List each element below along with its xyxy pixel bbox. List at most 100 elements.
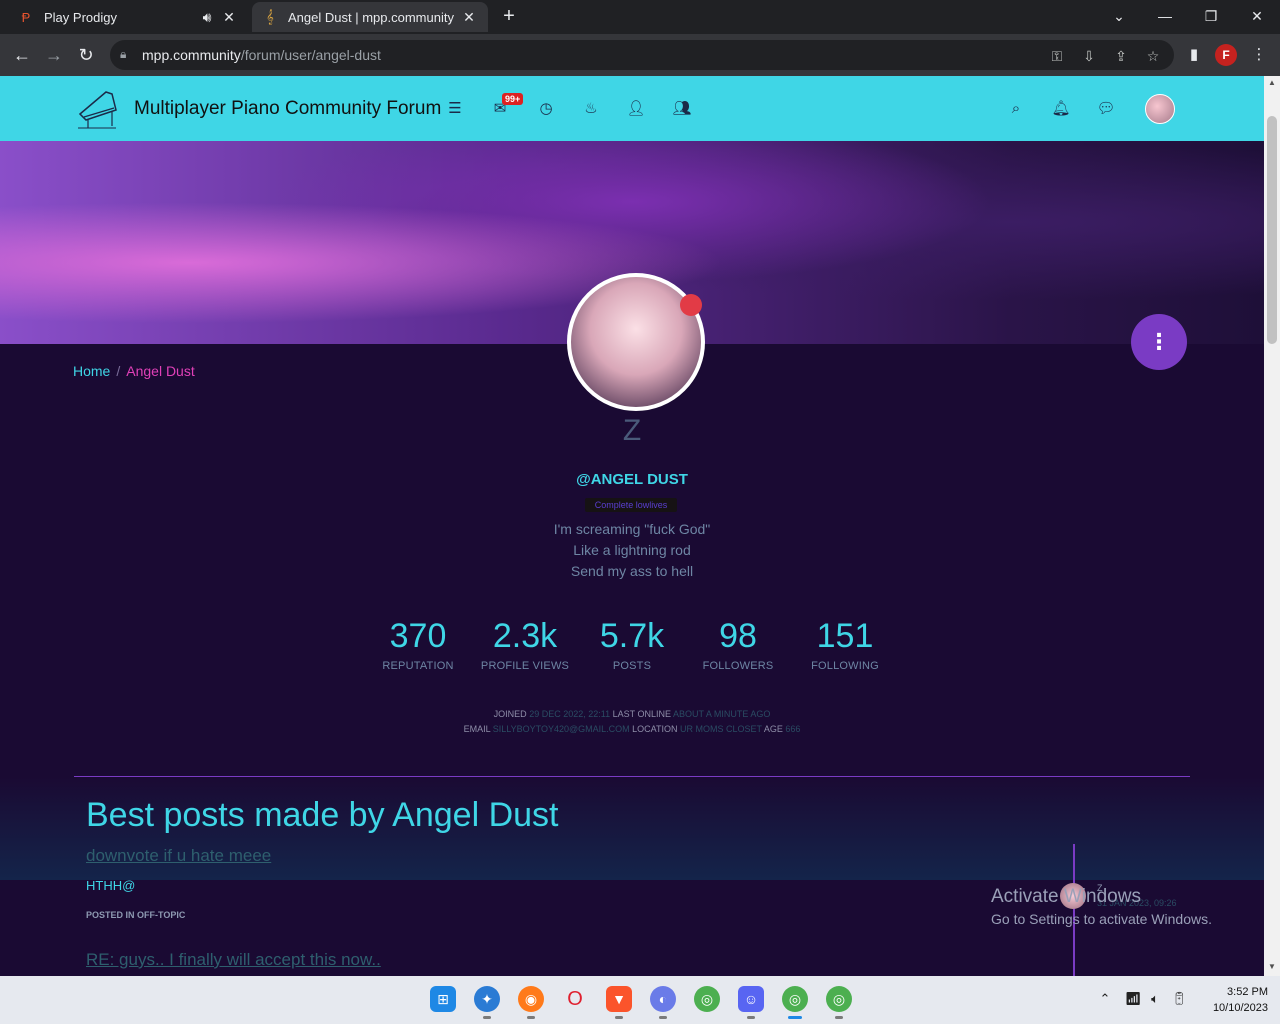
stat-label: REPUTATION bbox=[382, 660, 454, 672]
tray-chevron-up-icon[interactable]: ⌃ bbox=[1096, 990, 1114, 1008]
status-indicator bbox=[680, 294, 702, 316]
close-window-icon[interactable]: ✕ bbox=[1244, 4, 1270, 28]
install-icon[interactable]: ⇩ bbox=[1080, 47, 1098, 65]
back-icon[interactable]: ← bbox=[10, 43, 34, 67]
chrome-icon[interactable]: ◎ bbox=[694, 986, 720, 1012]
recent-clock-icon[interactable]: ◷ bbox=[536, 99, 556, 119]
stat-label: FOLLOWERS bbox=[702, 660, 774, 672]
piano-logo-icon[interactable] bbox=[76, 84, 120, 130]
close-icon[interactable]: ✕ bbox=[220, 9, 238, 26]
notification-count-badge: 99+ bbox=[502, 93, 524, 105]
group-badge[interactable]: Complete lowlives bbox=[585, 498, 677, 512]
profile-handle: @ANGEL DUST bbox=[576, 471, 688, 488]
groups-icon[interactable]: 👥︎ bbox=[672, 99, 692, 119]
wifi-icon[interactable]: 📶︎ bbox=[1124, 990, 1142, 1008]
post-body: HTHH@ bbox=[86, 878, 136, 893]
activate-windows-watermark: Activate Windows bbox=[991, 886, 1141, 907]
notifications-bell-icon[interactable]: 🔔︎ bbox=[1051, 99, 1071, 119]
bio-line: Send my ass to hell bbox=[570, 563, 694, 579]
post-title-link[interactable]: RE: guys.. I finally will accept this no… bbox=[86, 950, 381, 970]
last-online: ABOUT A MINUTE AGO bbox=[672, 709, 771, 719]
restore-icon[interactable]: ❐ bbox=[1198, 4, 1224, 28]
meta-label: JOINED bbox=[493, 709, 527, 719]
chrome-icon-2[interactable]: ◎ bbox=[826, 986, 852, 1019]
breadcrumb-current: Angel Dust bbox=[126, 363, 195, 379]
browser-tab-bar: Ᵽ Play Prodigy 🔊︎ ✕ 𝄞 Angel Dust | mpp.c… bbox=[0, 0, 1280, 34]
menu-kebab-icon[interactable]: ⋮ bbox=[1248, 44, 1270, 66]
stat-value: 370 bbox=[389, 617, 447, 655]
bookmark-star-icon[interactable]: ☆ bbox=[1144, 47, 1162, 65]
minimize-icon[interactable]: — bbox=[1152, 4, 1178, 28]
site-title[interactable]: Multiplayer Piano Community Forum bbox=[134, 98, 441, 120]
categories-list-icon[interactable]: ☰ bbox=[445, 99, 465, 119]
side-panel-icon[interactable]: ▮ bbox=[1183, 44, 1205, 66]
user-avatar-menu[interactable] bbox=[1145, 94, 1175, 124]
battery-icon[interactable]: 🔋︎ bbox=[1170, 990, 1188, 1008]
messenger-icon[interactable]: ◐ bbox=[650, 986, 676, 1019]
opera-icon[interactable]: O bbox=[562, 986, 588, 1012]
windows-taskbar: ⊞ ✦ ◉ O ▼ ◐ ◎ ☺ ◎ ◎ ⌃ 📶︎ 🔈︎ 🔋︎ 3:52 PM 1… bbox=[0, 976, 1280, 1024]
safari-compass-icon[interactable]: ✦ bbox=[474, 986, 500, 1019]
stat-reputation: 370 REPUTATION bbox=[368, 616, 468, 672]
stat-followers: 98 FOLLOWERS bbox=[688, 616, 788, 672]
stat-value: 151 bbox=[816, 617, 874, 655]
posted-in-category[interactable]: POSTED IN OFF-TOPIC bbox=[86, 910, 185, 920]
site-header: Multiplayer Piano Community Forum ☰ ✉ 99… bbox=[0, 76, 1264, 141]
discord-icon[interactable]: ☺ bbox=[738, 986, 764, 1019]
stat-following: 151 FOLLOWING bbox=[795, 616, 895, 672]
email-value[interactable]: SILLYBOYTOY420@GMAIL.COM bbox=[493, 724, 630, 734]
scrollbar-thumb[interactable] bbox=[1267, 116, 1277, 344]
clock-date: 10/10/2023 bbox=[1212, 1002, 1268, 1014]
stat-posts: 5.7k POSTS bbox=[582, 616, 682, 672]
stat-profile-views: 2.3k PROFILE VIEWS bbox=[475, 616, 575, 672]
bio-line: I'm screaming "fuck God" bbox=[553, 521, 711, 537]
new-tab-button[interactable]: + bbox=[498, 6, 520, 28]
speaker-icon[interactable]: 🔊︎ bbox=[198, 9, 216, 26]
stat-label: PROFILE VIEWS bbox=[480, 660, 570, 672]
post-title-link[interactable]: downvote if u hate meee bbox=[86, 846, 271, 866]
address-bar[interactable]: 🔒︎ mpp.community/forum/user/angel-dust ⚿… bbox=[110, 40, 1174, 70]
clock-time: 3:52 PM bbox=[1227, 986, 1268, 998]
user-icon[interactable]: 👤︎ bbox=[626, 99, 646, 119]
tab-title: Play Prodigy bbox=[44, 9, 117, 25]
tab-search-icon[interactable]: ⌄ bbox=[1106, 4, 1132, 28]
forward-icon[interactable]: → bbox=[42, 43, 66, 67]
share-icon[interactable]: ⇪ bbox=[1112, 47, 1130, 65]
profile-avatar[interactable]: F bbox=[1215, 44, 1237, 66]
best-posts-title: Best posts made by Angel Dust bbox=[86, 796, 559, 834]
url-text[interactable]: mpp.community/forum/user/angel-dust bbox=[142, 47, 381, 63]
close-icon[interactable]: ✕ bbox=[460, 9, 478, 26]
joined-date: 29 DEC 2022, 22:11 bbox=[529, 709, 611, 719]
firefox-icon[interactable]: ◉ bbox=[518, 986, 544, 1019]
breadcrumb-home-link[interactable]: Home bbox=[73, 363, 110, 379]
stat-value: 98 bbox=[719, 617, 757, 655]
windows-start-icon[interactable]: ⊞ bbox=[430, 986, 456, 1012]
treble-clef-icon: 𝄞 bbox=[266, 9, 274, 24]
popular-fire-icon[interactable]: ♨ bbox=[581, 99, 601, 119]
stat-value: 5.7k bbox=[599, 617, 665, 655]
scroll-up-icon[interactable]: ▲ bbox=[1267, 78, 1277, 88]
tab-angel-dust[interactable]: 𝄞 Angel Dust | mpp.community ✕ bbox=[252, 2, 488, 32]
stat-label: FOLLOWING bbox=[811, 660, 879, 672]
page-scrollbar[interactable]: ▲ ▼ bbox=[1264, 76, 1280, 976]
browser-toolbar: ← → ↻ 🔒︎ mpp.community/forum/user/angel-… bbox=[0, 34, 1280, 76]
system-clock[interactable]: 3:52 PM 10/10/2023 bbox=[1196, 984, 1268, 1016]
tab-title: Angel Dust | mpp.community bbox=[288, 9, 454, 25]
stat-value: 2.3k bbox=[492, 617, 558, 655]
volume-icon[interactable]: 🔈︎ bbox=[1146, 990, 1164, 1008]
profile-actions-kebab-button[interactable]: ⋮ bbox=[1131, 314, 1187, 370]
location-value: UR MOMS CLOSET bbox=[680, 724, 762, 734]
chrome-profile-icon[interactable]: ◎ bbox=[782, 986, 808, 1019]
meta-label: LOCATION bbox=[632, 724, 678, 734]
key-icon[interactable]: ⚿ bbox=[1048, 47, 1066, 65]
meta-label: EMAIL bbox=[463, 724, 491, 734]
brave-icon[interactable]: ▼ bbox=[606, 986, 632, 1019]
scroll-down-icon[interactable]: ▼ bbox=[1267, 962, 1277, 972]
profile-meta-row-1: JOINED 29 DEC 2022, 22:11 LAST ONLINE AB… bbox=[0, 709, 1264, 719]
reload-icon[interactable]: ↻ bbox=[74, 43, 98, 67]
chat-icon[interactable]: 💬︎ bbox=[1096, 99, 1116, 119]
search-icon[interactable]: ⌕ bbox=[1006, 99, 1026, 119]
age-value: 666 bbox=[785, 724, 801, 734]
tab-play-prodigy[interactable]: Ᵽ Play Prodigy 🔊︎ ✕ bbox=[8, 2, 248, 32]
meta-label: LAST ONLINE bbox=[612, 709, 671, 719]
